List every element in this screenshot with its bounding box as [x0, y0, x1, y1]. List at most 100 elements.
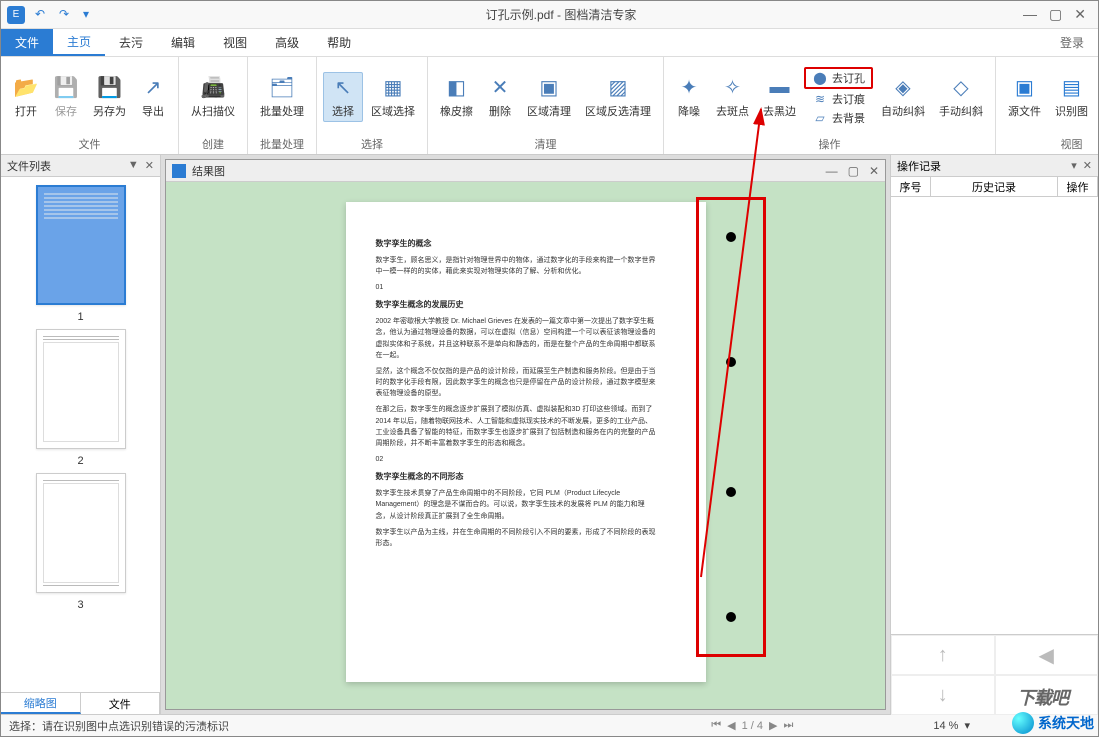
page-next-icon[interactable]: ▶	[769, 719, 777, 732]
document-window: 结果图 — ▢ ✕ 数字孪生的概念 数字孪生，顾名思义，是指针对物理世界中的物体…	[165, 159, 886, 710]
login-button[interactable]: 登录	[1046, 29, 1098, 56]
doc-minimize-button[interactable]: —	[826, 164, 838, 178]
group-label-file: 文件	[1, 136, 178, 154]
operation-record-body	[891, 197, 1098, 634]
tab-thumbnails[interactable]: 缩略图	[1, 693, 81, 714]
filter-icon[interactable]: ▼	[128, 159, 139, 172]
binding-hole	[726, 357, 736, 367]
save-button[interactable]: 💾保存	[47, 73, 85, 121]
area-invert-button[interactable]: ▨区域反选清理	[579, 73, 657, 121]
debackground-button[interactable]: ▱去背景	[804, 109, 873, 127]
bg-icon: ▱	[812, 110, 828, 126]
group-label-batch: 批量处理	[248, 136, 316, 154]
nav-down-button[interactable]: ↓	[891, 675, 995, 715]
eraser-icon: ◧	[444, 75, 470, 101]
folder-open-icon: 📂	[13, 75, 39, 101]
group-label-clean: 清理	[428, 136, 663, 154]
holes-highlight	[696, 197, 766, 657]
tab-files[interactable]: 文件	[81, 693, 161, 714]
doc-window-title: 结果图	[192, 163, 225, 179]
saveas-button[interactable]: 💾另存为	[87, 73, 132, 121]
minimize-button[interactable]: —	[1023, 6, 1037, 23]
status-bar: 选择：请在识别图中点选识别错误的污渍标识 ⏮ ◀ 1 / 4 ▶ ⏭ 14 % …	[1, 714, 1098, 736]
thumbnail-3[interactable]	[36, 473, 126, 593]
open-button[interactable]: 📂打开	[7, 73, 45, 121]
denoise-icon: ✦	[676, 75, 702, 101]
auto-deskew-icon: ◈	[890, 75, 916, 101]
area-clean-button[interactable]: ▣区域清理	[521, 73, 577, 121]
hole-icon: ⬤	[812, 70, 828, 86]
close-button[interactable]: ✕	[1074, 6, 1086, 23]
redo-icon[interactable]: ↷	[59, 7, 75, 23]
binding-hole	[726, 612, 736, 622]
area-select-button[interactable]: ▦区域选择	[365, 73, 421, 121]
manual-deskew-icon: ◇	[948, 75, 974, 101]
delete-icon: ✕	[487, 75, 513, 101]
deblack-icon: ▬	[767, 75, 793, 101]
page-first-icon[interactable]: ⏮	[711, 719, 721, 732]
thumbnail-3-label: 3	[77, 599, 83, 611]
thumbnail-1-label: 1	[77, 311, 83, 323]
undo-icon[interactable]: ↶	[35, 7, 51, 23]
nav-prev-button[interactable]: ◀	[995, 635, 1099, 675]
ribbon: 📂打开 💾保存 💾另存为 ↗导出 文件 📠从扫描仪 创建 🗂批量处理 批量处理 …	[1, 57, 1098, 155]
cursor-icon: ↖	[330, 75, 356, 101]
thumbnail-2-label: 2	[77, 455, 83, 467]
col-history: 历史记录	[931, 177, 1058, 196]
qat-dropdown-icon[interactable]: ▾	[83, 7, 99, 23]
denoise-button[interactable]: ✦降噪	[670, 73, 708, 121]
doc-close-button[interactable]: ✕	[869, 164, 879, 178]
group-label-select: 选择	[317, 136, 427, 154]
auto-deskew-button[interactable]: ◈自动纠斜	[875, 73, 931, 121]
decrease-button[interactable]: ≋去订痕	[804, 90, 873, 108]
thumbnail-2[interactable]	[36, 329, 126, 449]
menu-home[interactable]: 主页	[53, 29, 105, 56]
dehole-button[interactable]: ⬤去订孔	[804, 67, 873, 89]
batch-icon: 🗂	[269, 75, 295, 101]
recognize-view-button[interactable]: ▤识别图	[1049, 73, 1094, 121]
menu-view[interactable]: 视图	[209, 29, 261, 56]
page-indicator: 1 / 4	[742, 720, 763, 732]
page-prev-icon[interactable]: ◀	[727, 719, 735, 732]
doc-maximize-button[interactable]: ▢	[848, 164, 859, 178]
despeckle-icon: ✧	[720, 75, 746, 101]
manual-deskew-button[interactable]: ◇手动纠斜	[933, 73, 989, 121]
menu-edit[interactable]: 编辑	[157, 29, 209, 56]
from-scanner-button[interactable]: 📠从扫描仪	[185, 73, 241, 121]
zoom-level: 14 %	[933, 720, 958, 732]
panel-close-icon[interactable]: ✕	[1083, 159, 1092, 172]
panel-close-icon[interactable]: ✕	[145, 159, 154, 172]
maximize-button[interactable]: ▢	[1049, 6, 1062, 23]
nav-up-button[interactable]: ↑	[891, 635, 995, 675]
area-clean-icon: ▣	[536, 75, 562, 101]
delete-button[interactable]: ✕删除	[481, 73, 519, 121]
panel-menu-icon[interactable]: ▾	[1071, 159, 1077, 172]
menu-advanced[interactable]: 高级	[261, 29, 313, 56]
col-seq: 序号	[891, 177, 931, 196]
eraser-button[interactable]: ◧橡皮擦	[434, 73, 479, 121]
document-viewport[interactable]: 数字孪生的概念 数字孪生，顾名思义，是指针对物理世界中的物体，通过数字化的手段来…	[166, 182, 885, 709]
doc-window-icon	[172, 164, 186, 178]
thumbnail-1[interactable]	[36, 185, 126, 305]
menu-help[interactable]: 帮助	[313, 29, 365, 56]
menu-file[interactable]: 文件	[1, 29, 53, 56]
binding-hole	[726, 487, 736, 497]
save-icon: 💾	[53, 75, 79, 101]
source-view-button[interactable]: ▣源文件	[1002, 73, 1047, 121]
app-icon: E	[7, 6, 25, 24]
title-bar: E ↶ ↷ ▾ 订孔示例.pdf - 图档清洁专家 — ▢ ✕	[1, 1, 1098, 29]
globe-icon	[1012, 712, 1034, 734]
page-last-icon[interactable]: ⏭	[783, 719, 793, 732]
operation-record-title: 操作记录	[897, 158, 941, 174]
source-icon: ▣	[1012, 75, 1038, 101]
select-button[interactable]: ↖选择	[323, 72, 363, 122]
export-button[interactable]: ↗导出	[134, 73, 172, 121]
file-list-title: 文件列表	[7, 158, 51, 174]
zoom-dropdown-icon[interactable]: ▾	[964, 719, 970, 732]
deblack-button[interactable]: ▬去黑边	[757, 73, 802, 121]
menu-clean[interactable]: 去污	[105, 29, 157, 56]
saveas-icon: 💾	[97, 75, 123, 101]
batch-button[interactable]: 🗂批量处理	[254, 73, 310, 121]
despeckle-button[interactable]: ✧去斑点	[710, 73, 755, 121]
marquee-icon: ▦	[380, 75, 406, 101]
